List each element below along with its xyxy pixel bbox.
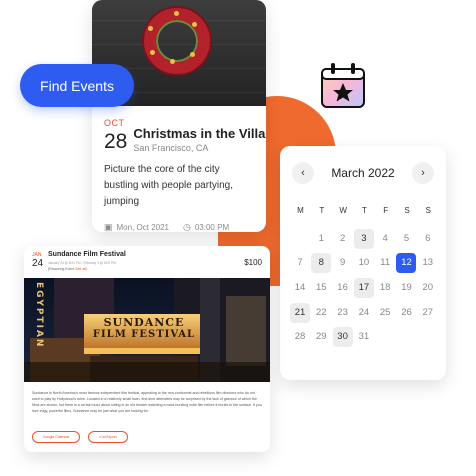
day-cell-2[interactable]: 2 bbox=[333, 229, 353, 249]
event-month: OCT bbox=[104, 118, 125, 128]
clock-icon: ◷ bbox=[183, 222, 191, 232]
weekday-label: T bbox=[319, 206, 325, 215]
day-cell-26[interactable]: 26 bbox=[396, 303, 416, 323]
next-month-button[interactable]: › bbox=[412, 162, 434, 184]
empty-day-cell bbox=[418, 327, 438, 347]
weekday-label: W bbox=[339, 206, 347, 215]
day-cell-5[interactable]: 5 bbox=[396, 229, 416, 249]
day-cell-20[interactable]: 20 bbox=[418, 278, 438, 298]
calendar-star-icon bbox=[320, 62, 366, 110]
day-cell-10[interactable]: 10 bbox=[354, 253, 374, 273]
day-cell-14[interactable]: 14 bbox=[290, 278, 310, 298]
see-all-link[interactable]: See all) bbox=[75, 267, 87, 271]
day-cell-11[interactable]: 11 bbox=[375, 253, 395, 273]
google-calendar-button[interactable]: Google Calendar bbox=[32, 431, 81, 443]
day-cell-8[interactable]: 8 bbox=[311, 253, 332, 274]
event-time-text: 03:00 PM bbox=[194, 223, 230, 232]
weekday-label: T bbox=[361, 206, 367, 215]
film-title[interactable]: Sundance Film Festival bbox=[48, 251, 126, 258]
weekday-label: M bbox=[297, 206, 304, 215]
recurring-label: (Recurring Event bbox=[48, 267, 75, 271]
film-date-line: January 24 @ 8:00 PM - February 3 @ 8:00… bbox=[48, 261, 116, 265]
day-cell-15[interactable]: 15 bbox=[311, 278, 331, 298]
chevron-right-icon: › bbox=[421, 167, 425, 179]
theater-sign: EGYPTIAN bbox=[34, 282, 44, 349]
day-cell-21[interactable]: 21 bbox=[290, 302, 310, 323]
day-cell-6[interactable]: 6 bbox=[418, 229, 438, 249]
film-day: 24 bbox=[32, 258, 44, 269]
event-description: Picture the core of the city bustling wi… bbox=[104, 164, 233, 207]
day-cell-3[interactable]: 3 bbox=[353, 228, 374, 249]
film-price: $100 bbox=[244, 258, 262, 267]
day-cell-16[interactable]: 16 bbox=[333, 278, 353, 298]
day-cell-18[interactable]: 18 bbox=[375, 278, 395, 298]
day-cell-19[interactable]: 19 bbox=[396, 278, 416, 298]
marquee-bottom: FILM FESTIVAL bbox=[92, 329, 196, 340]
ical-export-button[interactable]: iCal Export bbox=[88, 431, 128, 443]
day-cell-30[interactable]: 30 bbox=[332, 327, 353, 348]
day-cell-27[interactable]: 27 bbox=[418, 303, 438, 323]
day-cell-12[interactable]: 12 bbox=[396, 253, 417, 274]
day-cell-7[interactable]: 7 bbox=[290, 253, 310, 273]
marquee-top: SUNDANCE bbox=[103, 316, 185, 329]
day-cell-31[interactable]: 31 bbox=[354, 327, 374, 347]
weekday-label: F bbox=[383, 206, 389, 215]
event-title[interactable]: Christmas in the Villa... bbox=[133, 126, 266, 141]
event-card[interactable]: OCT 28 Christmas in the Villa... San Fra… bbox=[92, 0, 266, 232]
film-event-card[interactable]: JAN 24 Sundance Film Festival January 24… bbox=[24, 246, 270, 452]
day-cell-29[interactable]: 29 bbox=[311, 327, 331, 347]
event-location: San Francisco, CA bbox=[133, 143, 209, 153]
weekday-label: S bbox=[404, 206, 410, 215]
wreath-image bbox=[144, 8, 210, 74]
day-cell-22[interactable]: 22 bbox=[311, 303, 331, 323]
film-photo-theater: SUNDANCE FILM FESTIVAL EGYPTIAN bbox=[24, 278, 270, 382]
day-cell-1[interactable]: 1 bbox=[311, 229, 331, 249]
calendar-widget: ‹ March 2022 › M T W T F S S 1 2 3 4 5 6 7 8 9 10 11 12 13 1… bbox=[280, 146, 446, 380]
event-date-text: Mon, Oct 2021 bbox=[116, 223, 169, 232]
day-cell-24[interactable]: 24 bbox=[354, 303, 374, 323]
film-description: Sundance is North America's most famous … bbox=[32, 391, 262, 413]
empty-day-cell bbox=[396, 327, 416, 347]
day-cell-25[interactable]: 25 bbox=[375, 303, 395, 323]
day-cell-13[interactable]: 13 bbox=[418, 253, 438, 273]
day-cell-9[interactable]: 9 bbox=[333, 253, 353, 273]
film-recurring: (Recurring Event See all) bbox=[48, 267, 87, 271]
marquee-sign: SUNDANCE FILM FESTIVAL bbox=[84, 316, 204, 340]
empty-day-cell bbox=[290, 229, 310, 249]
day-cell-17[interactable]: 17 bbox=[353, 278, 374, 299]
weekday-label: S bbox=[425, 206, 431, 215]
calendar-small-icon: ▣ bbox=[104, 222, 113, 232]
find-events-button[interactable]: Find Events bbox=[20, 64, 134, 107]
calendar-grid: M T W T F S S 1 2 3 4 5 6 7 8 9 10 11 12 13 14 15 16 17 18 19 20 21… bbox=[290, 204, 439, 348]
empty-day-cell bbox=[375, 327, 395, 347]
day-cell-4[interactable]: 4 bbox=[375, 229, 395, 249]
day-cell-23[interactable]: 23 bbox=[333, 303, 353, 323]
event-day: 28 bbox=[104, 130, 128, 153]
day-cell-28[interactable]: 28 bbox=[290, 327, 310, 347]
